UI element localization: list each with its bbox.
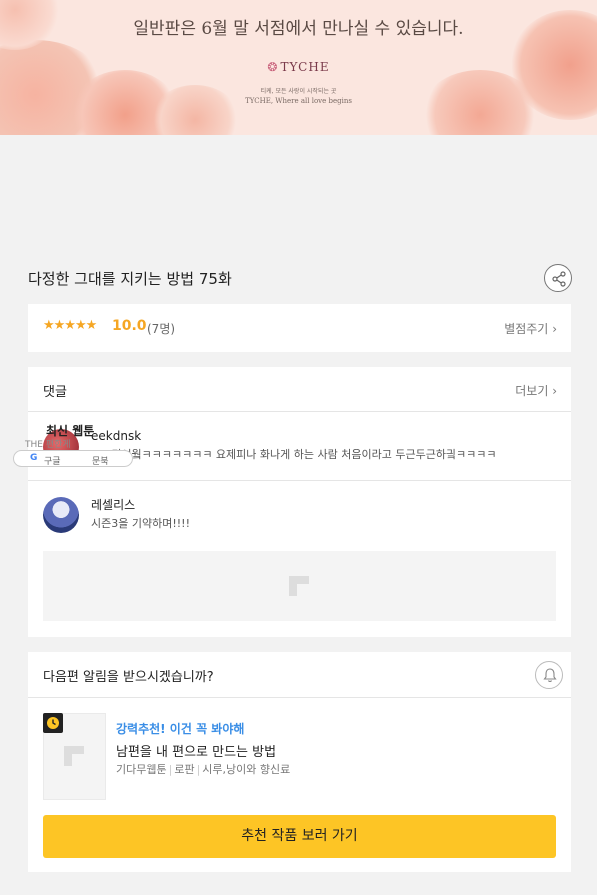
rating-stars: ★★★★★	[43, 318, 97, 333]
rate-button[interactable]: 별점주기 ›	[504, 320, 557, 337]
comment-item[interactable]: eekdnsk ㅋㅋ귀여웤ㅋㅋㅋㅋㅋㅋㅋ 요제피나 화나게 하는 사람 처음이라…	[28, 413, 571, 481]
comment-text: ㅋㅋ귀여웤ㅋㅋㅋㅋㅋㅋㅋ 요제피나 화나게 하는 사람 처음이라고 두근두근하긬…	[91, 448, 497, 461]
rating-count: (7명)	[147, 322, 176, 336]
recommend-cta-button[interactable]: 추천 작품 보러 가기	[43, 815, 556, 858]
comment-author: eekdnsk	[91, 429, 142, 443]
clock-icon	[47, 717, 59, 729]
pill-right-label: 문북	[92, 457, 109, 467]
comments-more-button[interactable]: 더보기 ›	[515, 382, 557, 399]
notify-card: 다음편 알림을 받으시겠습니까? 강력추천! 이건 꼭 봐야해 남편을 내 편으…	[28, 652, 571, 872]
comments-header: 댓글 더보기 ›	[28, 367, 571, 412]
ad-placeholder[interactable]	[43, 551, 556, 621]
pill-left-label: 구글	[44, 457, 61, 467]
meta-type: 기다무웹툰	[116, 763, 167, 776]
comments-card: 댓글 더보기 › eekdnsk ㅋㅋ귀여웤ㅋㅋㅋㅋㅋㅋㅋ 요제피나 화나게 하…	[28, 367, 571, 637]
notify-title: 다음편 알림을 받으시겠습니까?	[43, 670, 214, 685]
episode-header: 다정한 그대를 지키는 방법 75화	[28, 264, 572, 294]
overlay-caption: THE 편한게	[25, 440, 71, 450]
notify-bell-button[interactable]	[535, 661, 563, 689]
banner-title: 일반판은 6월 말 서점에서 만나실 수 있습니다.	[133, 19, 464, 39]
rating-score: 10.0	[112, 318, 147, 334]
banner-subtitle-ko: 티케, 모든 사랑이 시작되는 곳	[260, 88, 337, 95]
image-placeholder-icon	[289, 576, 309, 596]
avatar	[43, 497, 79, 533]
comments-title: 댓글	[43, 385, 67, 400]
tyche-logo-icon: ❂	[267, 60, 279, 74]
chevron-right-icon: ›	[552, 322, 557, 336]
overlay-pill[interactable]: G 구글 문북	[13, 450, 133, 467]
promo-banner[interactable]: 일반판은 6월 말 서점에서 만나실 수 있습니다. ❂ TYCHE 티케, 모든…	[0, 0, 597, 135]
wait-free-badge	[43, 713, 63, 733]
comment-text: 시즌3을 기약하며!!!!	[91, 517, 190, 530]
chevron-right-icon: ›	[552, 384, 557, 398]
comment-author: 레셀리스	[91, 498, 136, 512]
recommend-title[interactable]: 남편을 내 편으로 만드는 방법	[116, 741, 276, 760]
recommend-label: 강력추천! 이건 꼭 봐야해	[116, 722, 245, 736]
share-icon	[552, 271, 566, 287]
bell-icon	[543, 668, 557, 683]
meta-genre: 로판	[174, 763, 195, 776]
episode-title: 다정한 그대를 지키는 방법 75화	[28, 270, 232, 288]
notify-header: 다음편 알림을 받으시겠습니까?	[28, 652, 571, 698]
google-icon: G	[30, 453, 38, 463]
tyche-logo: ❂ TYCHE	[267, 60, 330, 74]
image-placeholder-icon	[64, 746, 84, 766]
rating-card: ★★★★★ 10.0 (7명) 별점주기 ›	[28, 304, 571, 352]
share-button[interactable]	[544, 264, 572, 292]
meta-author: 시루,낭이와 향신료	[202, 763, 291, 776]
recommend-meta: 기다무웹툰 | 로판 | 시루,낭이와 향신료	[116, 763, 291, 776]
comment-item[interactable]: 레셀리스 시즌3을 기약하며!!!!	[28, 482, 571, 554]
banner-subtitle-en: TYCHE, Where all love begins	[245, 97, 352, 105]
